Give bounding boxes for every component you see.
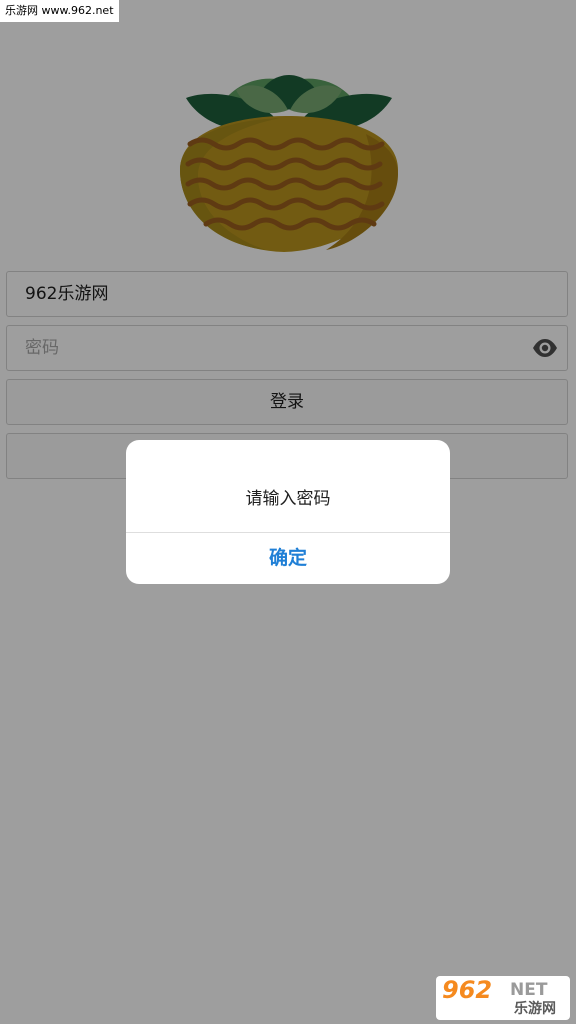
alert-dialog: 请输入密码 确定 — [126, 440, 450, 584]
watermark-cn: 乐游网 — [514, 1001, 556, 1017]
confirm-button[interactable]: 确定 — [126, 533, 450, 584]
dialog-message: 请输入密码 — [245, 489, 331, 509]
watermark-top: 乐游网 www.962.net — [0, 0, 119, 22]
watermark-number: 962 — [442, 976, 493, 1004]
watermark-logo: 962 NET 乐游网 — [436, 976, 570, 1020]
watermark-suffix: NET — [510, 980, 548, 1000]
